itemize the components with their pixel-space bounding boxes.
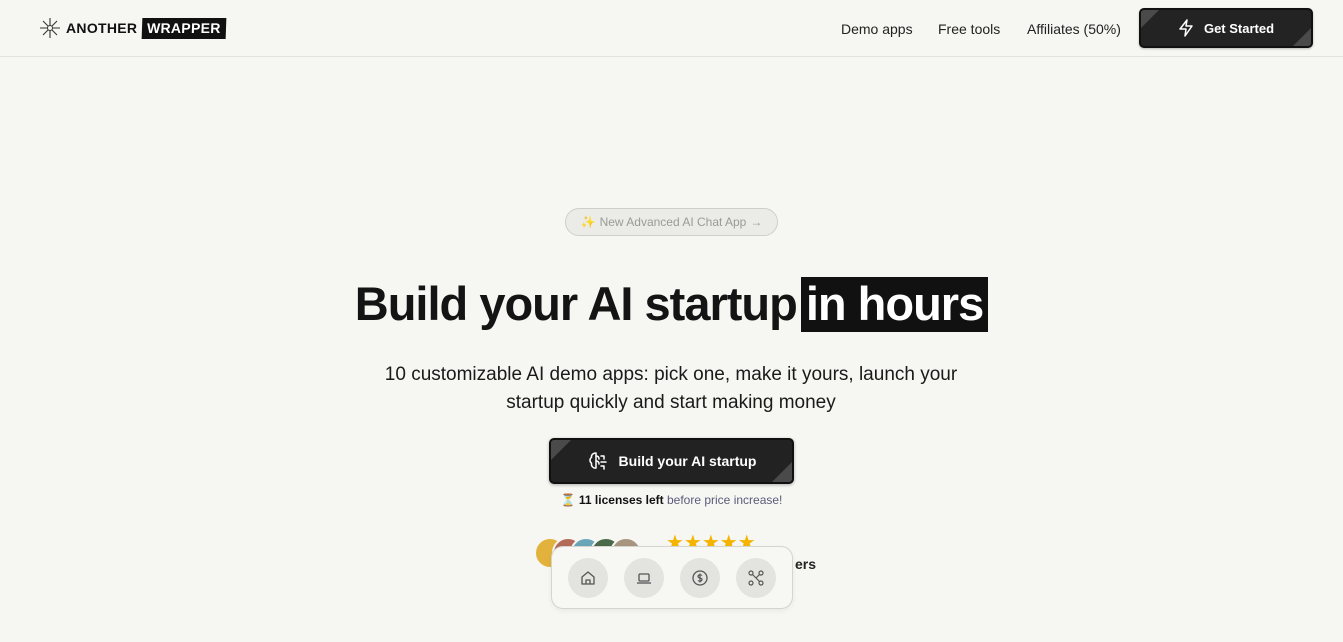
announcement-pill[interactable]: ✨ New Advanced AI Chat App → — [565, 208, 778, 236]
lightning-icon — [1179, 19, 1193, 37]
nav-affiliates[interactable]: Affiliates (50%) — [1027, 21, 1121, 37]
licenses-count: 11 licenses left — [578, 493, 664, 507]
arrow-right-icon: → — [750, 215, 763, 229]
build-startup-label: Build your AI startup — [618, 453, 757, 469]
top-navigation-bar: ANOTHER WRAPPER Demo apps Free tools Aff… — [0, 0, 1343, 57]
hero-title: Build your AI startup in hours — [0, 276, 1343, 332]
network-icon[interactable] — [736, 558, 776, 598]
logo[interactable]: ANOTHER WRAPPER — [39, 16, 227, 40]
brain-icon — [588, 452, 607, 470]
hero-title-main: Build your AI startup — [354, 277, 798, 330]
home-icon[interactable] — [568, 558, 608, 598]
logo-sparkle-icon — [40, 18, 60, 38]
nav-demo-apps[interactable]: Demo apps — [841, 21, 913, 37]
laptop-icon[interactable] — [624, 558, 664, 598]
logo-text-wrapper: WRAPPER — [141, 17, 227, 39]
hourglass-icon: ⏳ — [560, 493, 576, 507]
nav-free-tools[interactable]: Free tools — [938, 21, 1000, 37]
build-startup-button[interactable]: Build your AI startup — [549, 438, 794, 484]
dollar-icon[interactable] — [680, 558, 720, 598]
get-started-button[interactable]: Get Started — [1139, 8, 1313, 48]
floating-dock — [551, 546, 793, 609]
get-started-label: Get Started — [1203, 20, 1275, 36]
logo-text-another: ANOTHER — [66, 20, 138, 36]
hero-title-highlight: in hours — [800, 277, 989, 332]
announcement-text: New Advanced AI Chat App — [599, 215, 747, 229]
licenses-suffix: before price increase! — [666, 493, 783, 507]
sparkles-icon: ✨ — [580, 215, 596, 229]
hero-subtitle: 10 customizable AI demo apps: pick one, … — [384, 364, 958, 413]
licenses-notice: ⏳ 11 licenses left before price increase… — [0, 493, 1343, 507]
